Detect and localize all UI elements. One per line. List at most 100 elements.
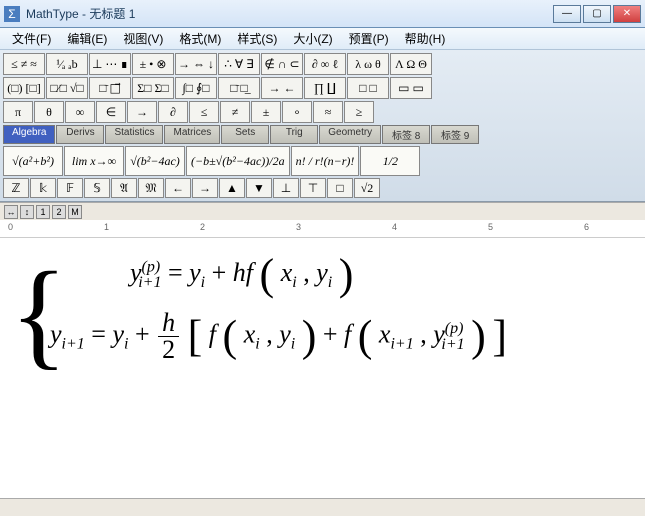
greek-cell-11[interactable]: ≥ [344,101,374,123]
symbol-cell-3[interactable]: ± • ⊗ [132,53,174,75]
plus: + [212,258,233,287]
algebra-cell-2[interactable]: √(b²−4ac) [125,146,185,176]
symbol-cell-4[interactable]: → ⇔ ↓ [175,53,217,75]
symbol-cell-6[interactable]: ∉ ∩ ⊂ [261,53,303,75]
subscript-ip1: i+1 [441,336,464,353]
superscript-p: (p) [142,258,161,275]
symbol-cell-7[interactable]: ∂ ∞ ℓ [304,53,346,75]
ruler-tick: 5 [488,222,493,232]
tab-2[interactable]: Statistics [105,125,163,144]
tab-0[interactable]: Algebra [3,125,55,144]
symbol-cell-1[interactable]: ¹⁄ₐ ₐb [46,53,88,75]
glyph-row: ℤ𝕜𝔽𝕊𝔄𝔐←→▲▼⊥⊤□√2 [3,178,642,198]
template-cell-8[interactable]: □ □ [347,77,389,99]
greek-cell-4[interactable]: → [127,101,157,123]
minimize-button[interactable]: — [553,5,581,23]
menu-view[interactable]: 视图(V) [115,28,171,49]
glyph-cell-8[interactable]: ▲ [219,178,245,198]
menu-size[interactable]: 大小(Z) [285,28,340,49]
glyph-cell-9[interactable]: ▼ [246,178,272,198]
template-cell-4[interactable]: ∫□ ∮□ [175,77,217,99]
left-brace: { [10,254,68,374]
glyph-cell-0[interactable]: ℤ [3,178,29,198]
glyph-cell-12[interactable]: □ [327,178,353,198]
glyph-cell-3[interactable]: 𝕊 [84,178,110,198]
equation-block: y(p)i+1 = yi + hf ( xi , yi ) yi+1 = yi … [50,258,627,363]
menu-format[interactable]: 格式(M) [171,28,229,49]
menu-prefs[interactable]: 预置(P) [341,28,397,49]
greek-cell-0[interactable]: π [3,101,33,123]
algebra-cell-5[interactable]: 1/2 [360,146,420,176]
subscript-i3: i [328,274,332,291]
symbol-cell-2[interactable]: ⊥ ⋯ ∎ [89,53,131,75]
greek-cell-7[interactable]: ≠ [220,101,250,123]
algebra-cell-0[interactable]: √(a²+b²) [3,146,63,176]
comma: , [420,320,433,349]
tab-3[interactable]: Matrices [164,125,220,144]
glyph-cell-1[interactable]: 𝕜 [30,178,56,198]
tab-5[interactable]: Trig [270,125,318,144]
tab-6[interactable]: Geometry [319,125,381,144]
glyph-cell-11[interactable]: ⊤ [300,178,326,198]
lparen: ( [260,250,275,299]
symbol-cell-5[interactable]: ∴ ∀ ∃ [218,53,260,75]
greek-cell-2[interactable]: ∞ [65,101,95,123]
template-cell-7[interactable]: ∏ ∐ [304,77,346,99]
template-cell-9[interactable]: ▭ ▭ [390,77,432,99]
template-cell-6[interactable]: → ← [261,77,303,99]
symbol-cell-8[interactable]: λ ω θ [347,53,389,75]
template-cell-0[interactable]: (□) [□] [3,77,45,99]
close-button[interactable]: ✕ [613,5,641,23]
template-cell-1[interactable]: □⁄□ √□ [46,77,88,99]
size-button-4[interactable]: M [68,205,82,219]
glyph-cell-2[interactable]: 𝔽 [57,178,83,198]
greek-cell-6[interactable]: ≤ [189,101,219,123]
glyph-cell-4[interactable]: 𝔄 [111,178,137,198]
window-buttons: — ▢ ✕ [553,5,641,23]
tab-8[interactable]: 标签 9 [431,125,479,144]
greek-cell-3[interactable]: ∈ [96,101,126,123]
status-bar [0,498,645,516]
subscript-i: i [124,336,128,353]
greek-cell-1[interactable]: θ [34,101,64,123]
var-f: f [209,320,223,349]
menu-style[interactable]: 样式(S) [229,28,285,49]
tab-4[interactable]: Sets [221,125,269,144]
algebra-cell-1[interactable]: lim x→∞ [64,146,124,176]
glyph-cell-13[interactable]: √2 [354,178,380,198]
menu-file[interactable]: 文件(F) [4,28,59,49]
algebra-palette: √(a²+b²)lim x→∞√(b²−4ac)(−b±√(b²−4ac))/2… [3,146,642,176]
symbol-cell-9[interactable]: Λ Ω Θ [390,53,432,75]
menu-edit[interactable]: 编辑(E) [59,28,115,49]
glyph-cell-10[interactable]: ⊥ [273,178,299,198]
glyph-cell-7[interactable]: → [192,178,218,198]
glyph-cell-5[interactable]: 𝔐 [138,178,164,198]
template-cell-2[interactable]: □̄ □⃗ [89,77,131,99]
size-button-1[interactable]: ↕ [20,205,34,219]
greek-cell-8[interactable]: ± [251,101,281,123]
size-button-2[interactable]: 1 [36,205,50,219]
template-cell-3[interactable]: Σ□ Σ□ [132,77,174,99]
ruler-tick: 6 [584,222,589,232]
tab-7[interactable]: 标签 8 [382,125,430,144]
comma: , [303,258,316,287]
menu-help[interactable]: 帮助(H) [397,28,454,49]
rbracket: ] [492,312,507,361]
greek-cell-10[interactable]: ≈ [313,101,343,123]
equation-editor[interactable]: { y(p)i+1 = yi + hf ( xi , yi ) yi+1 = y… [0,238,645,498]
var-x: x [244,320,256,349]
maximize-button[interactable]: ▢ [583,5,611,23]
size-button-3[interactable]: 2 [52,205,66,219]
tab-1[interactable]: Derivs [56,125,104,144]
template-cell-5[interactable]: □̄ □̲ [218,77,260,99]
symbol-cell-0[interactable]: ≤ ≠ ≈ [3,53,45,75]
toolbar-area: ≤ ≠ ≈¹⁄ₐ ₐb⊥ ⋯ ∎± • ⊗→ ⇔ ↓∴ ∀ ∃∉ ∩ ⊂∂ ∞ … [0,50,645,202]
algebra-cell-4[interactable]: n! / r!(n−r)! [291,146,360,176]
greek-cell-9[interactable]: ∘ [282,101,312,123]
subscript-i: i [255,336,259,353]
ruler: 0123456 [0,220,645,238]
greek-cell-5[interactable]: ∂ [158,101,188,123]
size-button-0[interactable]: ↔ [4,205,18,219]
algebra-cell-3[interactable]: (−b±√(b²−4ac))/2a [186,146,290,176]
glyph-cell-6[interactable]: ← [165,178,191,198]
